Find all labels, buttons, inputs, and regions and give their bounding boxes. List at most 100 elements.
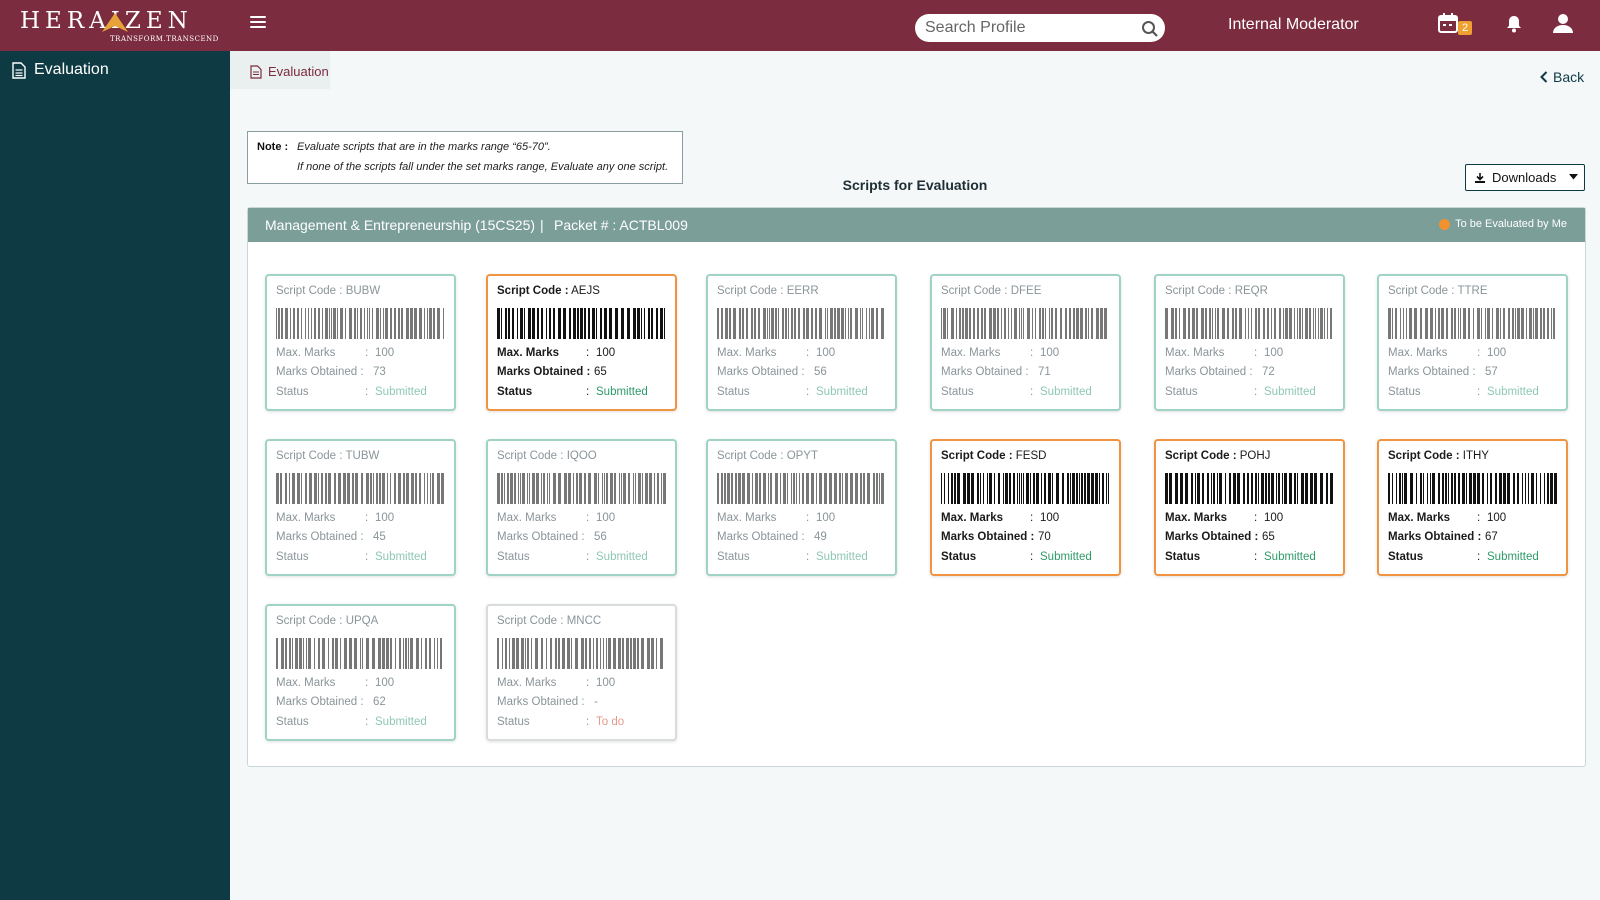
brand-logo[interactable]: HERAIZEN TRANSFORM.TRANSCEND [20, 8, 220, 46]
script-card[interactable]: Script Code : TTRE Max. Marks : 100 Mark… [1377, 274, 1568, 411]
colon: : [1477, 551, 1481, 563]
marks-obtained-label: Marks Obtained : [1388, 366, 1476, 378]
script-code-value: REQR [1234, 285, 1268, 297]
status-label: Status [1388, 551, 1424, 563]
legend-dot-icon [1439, 218, 1451, 230]
script-card[interactable]: Script Code : EERR Max. Marks : 100 Mark… [706, 274, 897, 411]
script-code-label: Script Code : [1388, 285, 1455, 297]
brand-tagline: TRANSFORM.TRANSCEND [110, 35, 219, 43]
scripts-panel: Management & Entrepreneurship (15CS25) |… [247, 207, 1586, 767]
script-card[interactable]: Script Code : DFEE Max. Marks : 100 Mark… [930, 274, 1121, 411]
script-card[interactable]: Script Code : IQOO Max. Marks : 100 Mark… [486, 439, 677, 576]
sidebar-item-evaluation[interactable]: Evaluation [12, 61, 109, 79]
barcode-icon [497, 638, 663, 669]
colon: : [586, 512, 590, 524]
barcode-icon [497, 473, 666, 504]
chevron-left-icon [1540, 71, 1548, 83]
status-label: Status [941, 551, 977, 563]
script-code-value: POHJ [1239, 450, 1271, 462]
script-code-label: Script Code : [276, 615, 343, 627]
status-value: To do [596, 716, 625, 728]
script-code: Script Code : AEJS [497, 285, 600, 297]
script-card[interactable]: Script Code : UPQA Max. Marks : 100 Mark… [265, 604, 456, 741]
max-marks-value: 100 [375, 677, 395, 689]
script-code-value: DFEE [1010, 285, 1042, 297]
status-label: Status [497, 716, 530, 728]
downloads-dropdown[interactable]: Downloads [1465, 164, 1585, 191]
search-icon[interactable] [1141, 20, 1159, 38]
legend-label: To be Evaluated by Me [1455, 218, 1567, 230]
colon: : [1477, 386, 1481, 398]
script-card[interactable]: Script Code : REQR Max. Marks : 100 Mark… [1154, 274, 1345, 411]
search-input[interactable] [925, 17, 1135, 39]
user-avatar-icon[interactable] [1552, 12, 1574, 34]
script-card[interactable]: Script Code : POHJ Max. Marks : 100 Mark… [1154, 439, 1345, 576]
packet-label: Packet # : ACTBL009 [554, 217, 688, 233]
document-icon [250, 64, 262, 79]
status-value: Submitted [375, 386, 427, 398]
barcode-icon [276, 638, 442, 669]
script-code-label: Script Code : [497, 285, 569, 297]
marks-obtained-label: Marks Obtained : [1165, 531, 1259, 543]
marks-obtained-value: 45 [373, 531, 386, 543]
script-card[interactable]: Script Code : MNCC Max. Marks : 100 Mark… [486, 604, 677, 741]
status-value: Submitted [375, 551, 427, 563]
marks-obtained-value: 70 [1038, 531, 1051, 543]
script-code-label: Script Code : [276, 285, 343, 297]
script-code: Script Code : MNCC [497, 615, 601, 627]
download-icon [1475, 172, 1485, 183]
marks-obtained-label: Marks Obtained : [1388, 531, 1482, 543]
colon: : [365, 512, 369, 524]
colon: : [1254, 386, 1258, 398]
script-code: Script Code : DFEE [941, 285, 1041, 297]
colon: : [365, 347, 369, 359]
barcode-icon [941, 473, 1109, 504]
breadcrumb-label: Evaluation [268, 64, 329, 79]
max-marks-label: Max. Marks [717, 512, 777, 524]
panel-header: Management & Entrepreneurship (15CS25) |… [248, 208, 1585, 242]
colon: : [1030, 512, 1034, 524]
max-marks-label: Max. Marks [497, 512, 557, 524]
script-code: Script Code : TUBW [276, 450, 379, 462]
max-marks-value: 100 [816, 512, 836, 524]
barcode-icon [1388, 473, 1557, 504]
section-title: Scripts for Evaluation [842, 177, 988, 193]
colon: : [1254, 347, 1258, 359]
script-card[interactable]: Script Code : TUBW Max. Marks : 100 Mark… [265, 439, 456, 576]
menu-toggle-icon[interactable] [250, 16, 266, 32]
colon: : [586, 551, 590, 563]
status-value: Submitted [1040, 386, 1092, 398]
colon: : [365, 386, 369, 398]
marks-obtained-value: 65 [1262, 531, 1275, 543]
breadcrumb[interactable]: Evaluation [250, 64, 329, 79]
marks-obtained-label: Marks Obtained : [497, 696, 585, 708]
script-code-label: Script Code : [497, 450, 564, 462]
marks-obtained-value: 67 [1485, 531, 1498, 543]
calendar-icon[interactable] [1437, 12, 1459, 34]
bell-icon[interactable] [1504, 14, 1524, 34]
script-card[interactable]: Script Code : OPYT Max. Marks : 100 Mark… [706, 439, 897, 576]
script-code-label: Script Code : [1165, 285, 1232, 297]
script-card[interactable]: Script Code : ITHY Max. Marks : 100 Mark… [1377, 439, 1568, 576]
marks-obtained-value: 56 [594, 531, 607, 543]
script-code: Script Code : UPQA [276, 615, 378, 627]
colon: : [586, 386, 590, 398]
script-card[interactable]: Script Code : AEJS Max. Marks : 100 Mark… [486, 274, 677, 411]
back-link[interactable]: Back [1540, 69, 1584, 85]
status-label: Status [717, 386, 750, 398]
script-code-label: Script Code : [497, 615, 564, 627]
note-line-2: If none of the scripts fall under the se… [297, 161, 669, 173]
marks-obtained-value: 56 [814, 366, 827, 378]
note-line-1: Evaluate scripts that are in the marks r… [297, 141, 551, 153]
script-card[interactable]: Script Code : BUBW Max. Marks : 100 Mark… [265, 274, 456, 411]
status-value: Submitted [596, 551, 648, 563]
barcode-icon [276, 308, 444, 339]
script-code-value: OPYT [786, 450, 818, 462]
script-code: Script Code : TTRE [1388, 285, 1488, 297]
status-label: Status [497, 551, 530, 563]
script-card[interactable]: Script Code : FESD Max. Marks : 100 Mark… [930, 439, 1121, 576]
script-code-label: Script Code : [276, 450, 343, 462]
status-value: Submitted [1264, 551, 1316, 563]
max-marks-label: Max. Marks [1165, 512, 1228, 524]
script-code-label: Script Code : [941, 450, 1013, 462]
